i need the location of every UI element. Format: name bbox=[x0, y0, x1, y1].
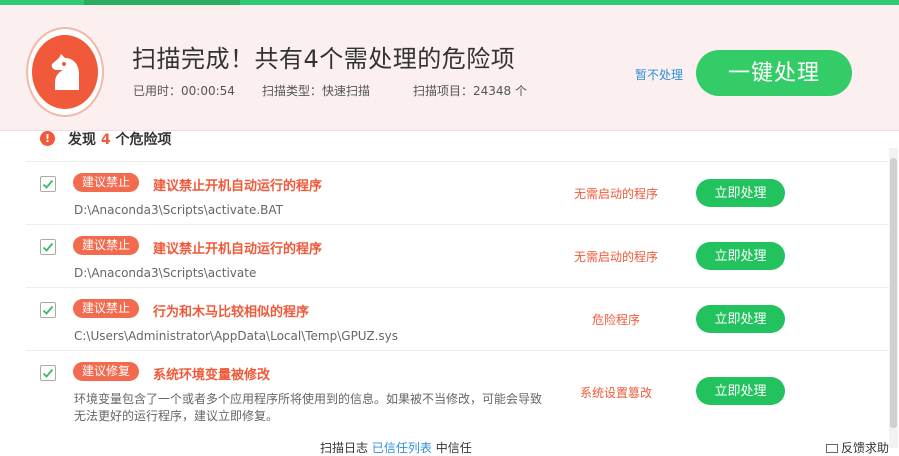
list-item: 建议禁止 建议禁止开机自动运行的程序 D:\Anaconda3\Scripts\… bbox=[26, 224, 890, 287]
summary-text: 发现 4 个危险项 bbox=[68, 129, 172, 149]
scrollbar-thumb[interactable] bbox=[890, 158, 897, 428]
item-title: 系统环境变量被修改 bbox=[153, 368, 271, 383]
item-status: 无需启动的程序 bbox=[573, 187, 658, 201]
item-tag: 建议禁止 bbox=[73, 236, 140, 255]
item-tag: 建议禁止 bbox=[73, 299, 140, 318]
footer-left-text: 扫描日志 bbox=[320, 441, 369, 455]
item-status: 系统设置篡改 bbox=[579, 386, 652, 400]
feedback-icon bbox=[826, 444, 838, 453]
trusted-list-link[interactable]: 已信任列表 bbox=[372, 441, 432, 455]
item-checkbox[interactable] bbox=[40, 176, 56, 192]
scrollbar[interactable] bbox=[889, 148, 898, 448]
feedback-label: 反馈求助 bbox=[841, 441, 890, 455]
checkmark-icon bbox=[42, 242, 54, 252]
scan-type: 扫描类型：快速扫描 bbox=[262, 84, 371, 98]
item-title: 建议禁止开机自动运行的程序 bbox=[153, 179, 323, 194]
item-status: 危险程序 bbox=[591, 313, 640, 327]
results-panel: ! 发现 4 个危险项 建议禁止 建议禁止开机自动运行的程序 D:\Anacon… bbox=[0, 131, 899, 448]
horse-logo-icon bbox=[32, 35, 98, 109]
item-tag: 建议修复 bbox=[73, 362, 140, 381]
checkmark-icon bbox=[42, 368, 54, 378]
checkmark-icon bbox=[42, 305, 54, 315]
item-path: C:\Users\Administrator\AppData\Local\Tem… bbox=[74, 329, 399, 343]
item-tag: 建议禁止 bbox=[73, 173, 140, 192]
fix-now-button[interactable]: 立即处理 bbox=[696, 179, 785, 207]
item-checkbox[interactable] bbox=[40, 302, 56, 318]
summary-suffix: 个危险项 bbox=[110, 132, 172, 148]
list-item: 建议禁止 行为和木马比较相似的程序 C:\Users\Administrator… bbox=[26, 287, 890, 350]
fix-now-button[interactable]: 立即处理 bbox=[696, 377, 785, 405]
skip-link[interactable]: 暂不处理 bbox=[635, 66, 683, 83]
fix-now-button[interactable]: 立即处理 bbox=[696, 305, 785, 333]
one-click-fix-button[interactable]: 一键处理 bbox=[696, 50, 852, 96]
list-item: 建议修复 系统环境变量被修改 环境变量包含了一个或者多个应用程序所将使用到的信息… bbox=[26, 350, 890, 434]
item-status: 无需启动的程序 bbox=[573, 250, 658, 264]
checkmark-icon bbox=[42, 179, 54, 189]
summary-prefix: 发现 bbox=[68, 132, 101, 148]
list-item: 建议禁止 建议禁止开机自动运行的程序 D:\Anaconda3\Scripts\… bbox=[26, 161, 890, 224]
danger-count: 4 bbox=[100, 132, 111, 148]
scan-item-count: 扫描项目：24348 个 bbox=[413, 84, 527, 98]
scan-result-header: 扫描完成！共有4个需处理的危险项 已用时：00:00:54 扫描类型：快速扫描 … bbox=[0, 5, 899, 131]
item-checkbox[interactable] bbox=[40, 239, 56, 255]
fix-now-button[interactable]: 立即处理 bbox=[696, 242, 785, 270]
item-title: 行为和木马比较相似的程序 bbox=[153, 305, 310, 320]
item-checkbox[interactable] bbox=[40, 365, 56, 381]
item-title: 建议禁止开机自动运行的程序 bbox=[153, 242, 323, 257]
item-description: 环境变量包含了一个或者多个应用程序所将使用到的信息。如果被不当修改，可能会导致无… bbox=[74, 392, 543, 423]
item-path: D:\Anaconda3\Scripts\activate bbox=[74, 266, 257, 280]
elapsed-time: 已用时：00:00:54 bbox=[133, 84, 235, 98]
page-title: 扫描完成！共有4个需处理的危险项 bbox=[132, 45, 516, 73]
alert-icon: ! bbox=[40, 131, 55, 146]
footer-right-text: 中信任 bbox=[435, 441, 472, 455]
item-path: D:\Anaconda3\Scripts\activate.BAT bbox=[74, 203, 283, 217]
